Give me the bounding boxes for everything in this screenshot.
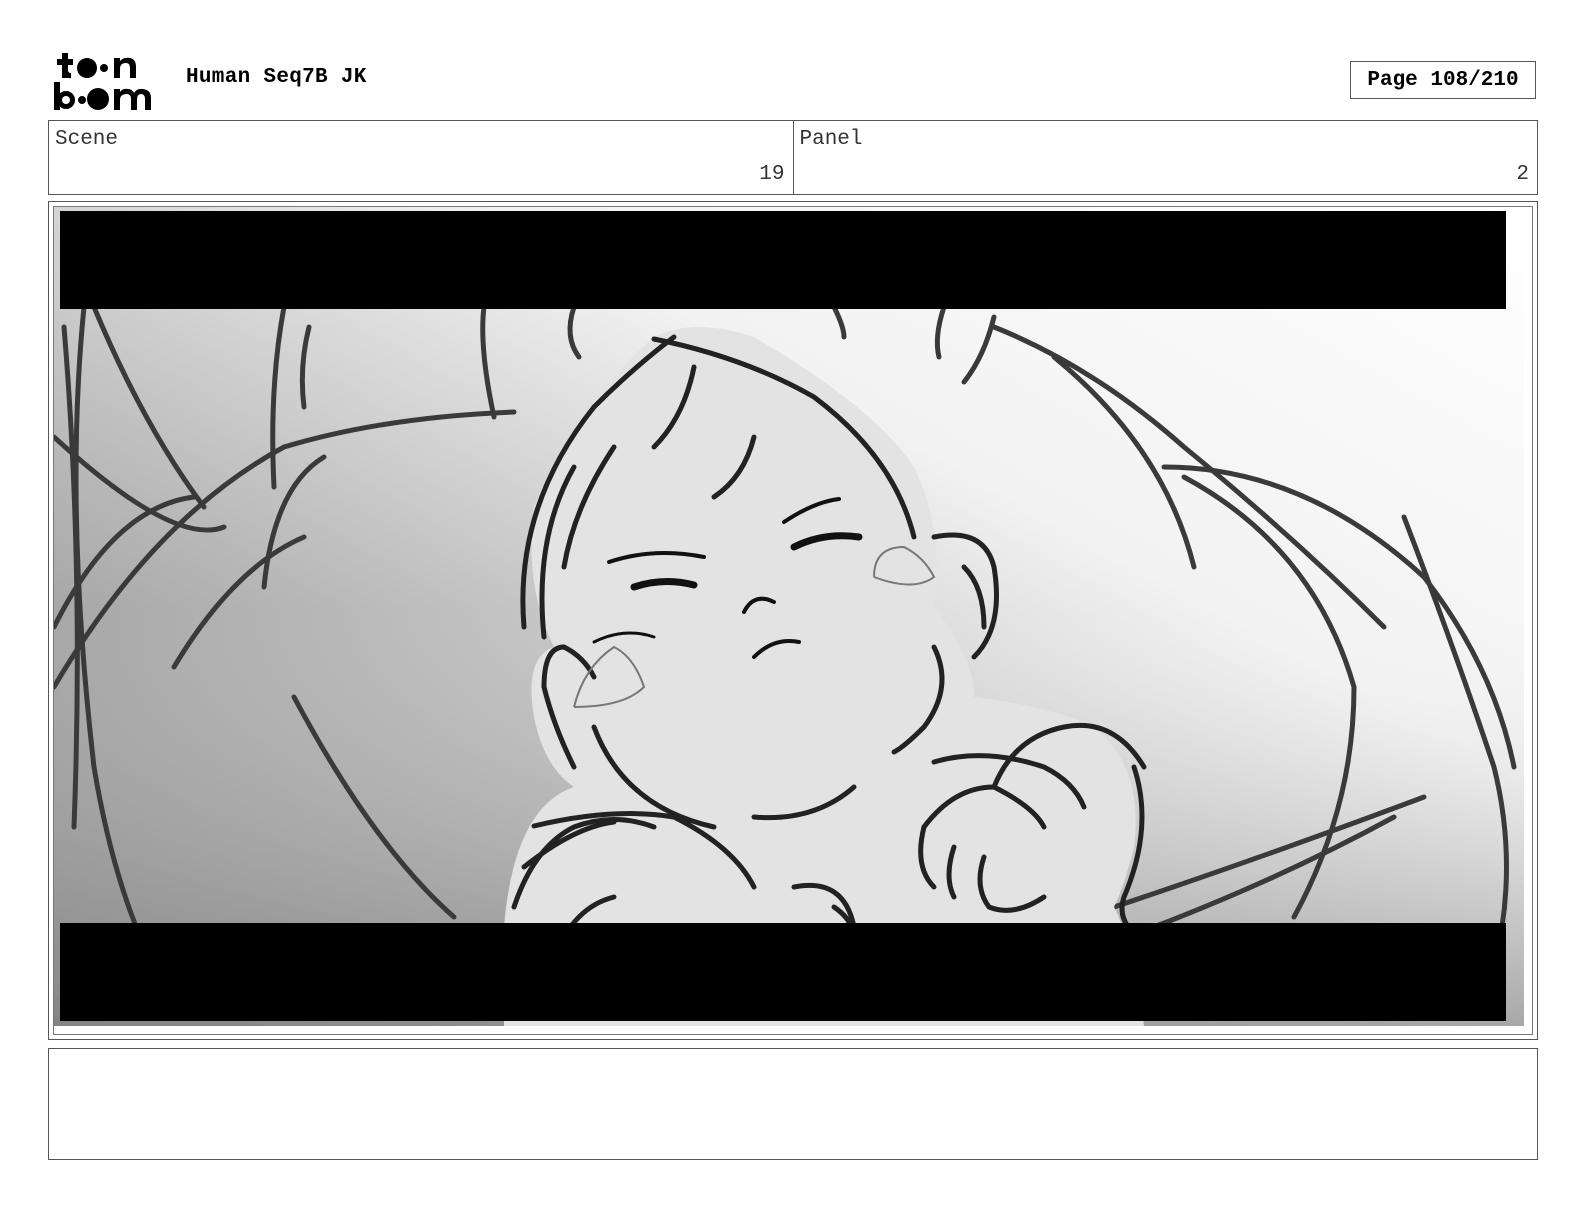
panel-notes-box: [48, 1048, 1538, 1160]
toonboom-logo-icon: [54, 53, 151, 110]
baby-sketch-image: [54, 207, 1524, 1026]
panel-cell: Panel 2: [792, 121, 1538, 194]
page-number-box: Page 108/210: [1350, 61, 1536, 99]
panel-number: 2: [1516, 163, 1529, 186]
toonboom-logo: [52, 50, 164, 112]
project-title: Human Seq7B JK: [186, 66, 367, 89]
storyboard-frame: [48, 201, 1538, 1040]
scene-number: 19: [759, 163, 785, 186]
panel-label: Panel: [799, 128, 863, 151]
page-number-label: Page 108/210: [1367, 68, 1519, 92]
scene-cell: Scene 19: [49, 121, 793, 194]
scene-label: Scene: [55, 128, 119, 151]
bottom-letterbox-bar: [60, 923, 1506, 1021]
storyboard-image: [53, 206, 1533, 1035]
top-letterbox-bar: [60, 211, 1506, 309]
scene-panel-table: Scene 19 Panel 2: [48, 120, 1538, 195]
